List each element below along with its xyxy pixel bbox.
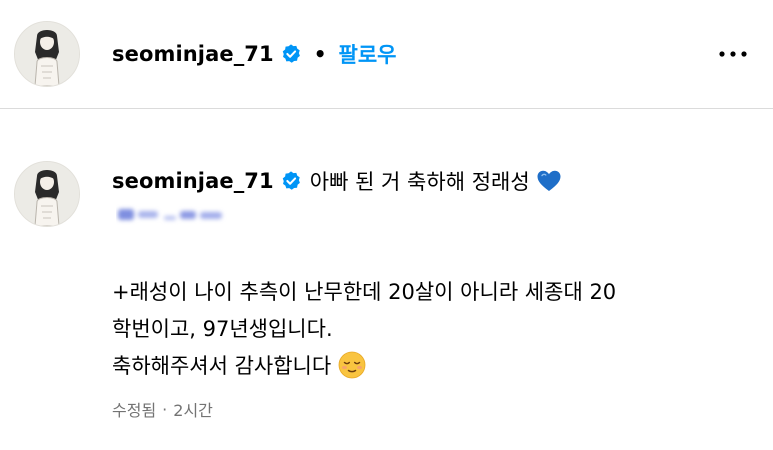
- header-username-row: seominjae_71 • 팔로우: [112, 34, 397, 74]
- profile-avatar[interactable]: [14, 21, 80, 87]
- comment-line: 학번이고, 97년생입니다.: [112, 317, 333, 341]
- comment-username[interactable]: seominjae_71: [112, 169, 274, 193]
- blue-heart-icon: [536, 169, 562, 193]
- comment-line-with-emoji: 축하해주셔서 감사합니다: [112, 350, 367, 380]
- blurred-mention-link[interactable]: [116, 203, 228, 225]
- comment-avatar[interactable]: [14, 161, 80, 227]
- comment-meta: 수정됨 · 2시간: [112, 397, 213, 421]
- separator-dot: •: [313, 42, 327, 66]
- caption-text: 아빠 된 거 축하해 정래성: [309, 170, 530, 194]
- header-username[interactable]: seominjae_71: [112, 42, 274, 66]
- verified-badge-icon: [280, 170, 302, 192]
- meta-separator: ·: [162, 399, 168, 419]
- follow-button[interactable]: 팔로우: [339, 39, 397, 69]
- relieved-face-icon: [337, 350, 367, 380]
- post-header: seominjae_71 • 팔로우: [0, 0, 773, 109]
- more-options-icon[interactable]: [713, 42, 753, 66]
- comment-line: 축하해주셔서 감사합니다: [112, 354, 332, 378]
- avatar-illustration-icon: [15, 22, 79, 86]
- avatar-illustration-icon: [15, 162, 79, 226]
- edited-label: 수정됨: [112, 401, 157, 420]
- comment-header: seominjae_71 아빠 된 거 축하해 정래성: [112, 163, 562, 199]
- verified-badge-icon: [280, 43, 302, 65]
- comment-line: +래성이 나이 추측이 난무한데 20살이 아니라 세종대 20: [112, 280, 617, 304]
- timestamp[interactable]: 2시간: [173, 397, 213, 421]
